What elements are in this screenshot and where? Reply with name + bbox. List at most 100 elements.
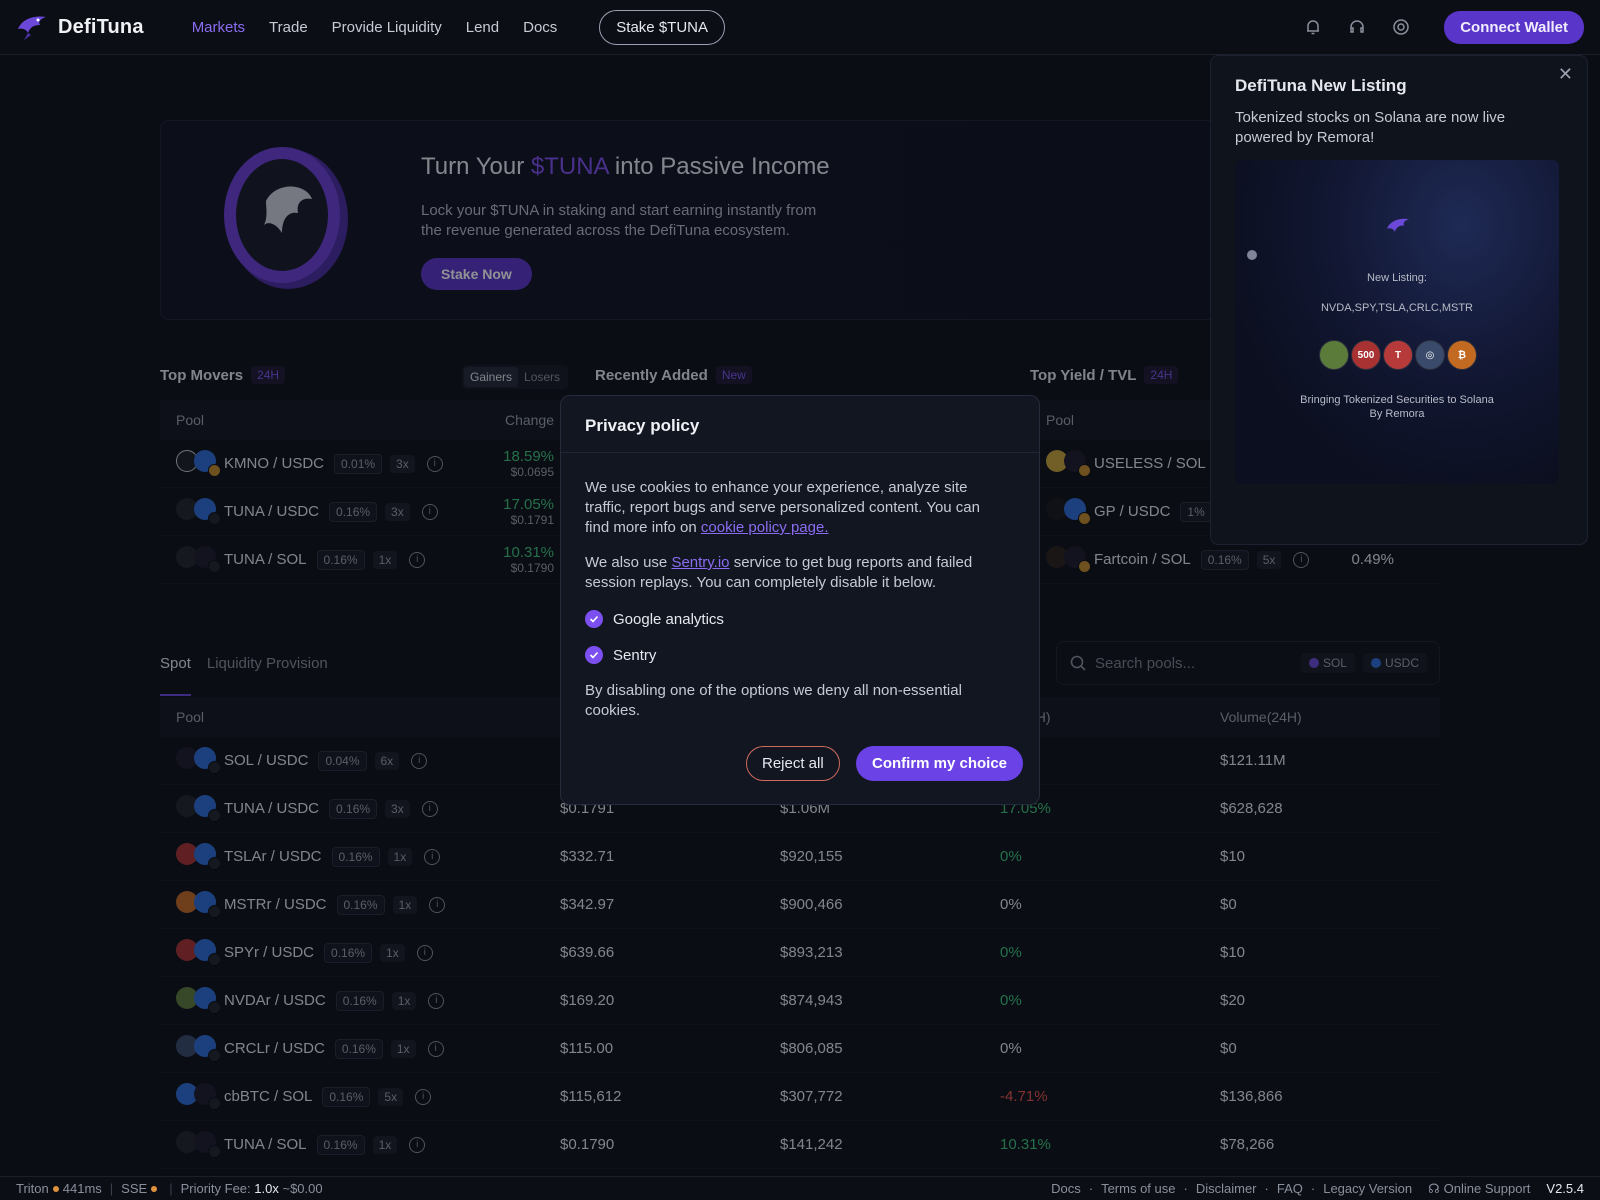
filter-chip-sol[interactable]: SOL	[1300, 653, 1355, 673]
cookie-policy-link[interactable]: cookie policy page.	[701, 519, 829, 536]
price-cell: $0.1790	[560, 1136, 615, 1153]
top-header: DefiTuna Markets Trade Provide Liquidity…	[0, 0, 1600, 55]
stake-tuna-button[interactable]: Stake $TUNA	[599, 9, 725, 45]
filter-chip-usdc[interactable]: USDC	[1362, 653, 1427, 673]
badge-icon	[208, 463, 221, 477]
info-icon[interactable]: i	[409, 1136, 426, 1153]
info-icon[interactable]: i	[427, 1040, 444, 1057]
table-row[interactable]: TUNA / SOL 0.16% 1x i 10.31% $0.1790	[160, 536, 570, 584]
listing-coins: 500 T ◎ ₿	[1319, 340, 1477, 370]
pair-icons	[176, 986, 222, 1015]
table-row[interactable]: NVDAr / USDC 0.16% 1x i $169.20 $874,943 0% $20	[160, 977, 1440, 1025]
online-support-link[interactable]: ☊ Online Support	[1428, 1181, 1530, 1197]
gainers-losers-toggle: Gainers Losers	[462, 365, 569, 389]
pair-name: TUNA / USDC	[224, 800, 320, 817]
nav-lend[interactable]: Lend	[466, 19, 499, 36]
gainers-tab[interactable]: Gainers	[464, 367, 519, 387]
table-row[interactable]: TUNA / SOL 0.16% 1x i $0.1790 $141,242 10.31% $…	[160, 1121, 1440, 1169]
reject-all-button[interactable]: Reject all	[746, 746, 840, 781]
table-row[interactable]: TSLAr / USDC 0.16% 1x i $332.71 $920,155 0% $10	[160, 833, 1440, 881]
table-row[interactable]: MSTRr / USDC 0.16% 1x i $342.97 $900,466 0% $0	[160, 881, 1440, 929]
leverage-badge: 3x	[385, 799, 410, 818]
pair-icons	[176, 842, 222, 871]
info-icon[interactable]: i	[421, 800, 438, 817]
pair-name: SPYr / USDC	[224, 944, 315, 961]
nav-provide-liquidity[interactable]: Provide Liquidity	[332, 19, 442, 36]
badge-icon	[208, 856, 221, 870]
price-value: $0.1790	[510, 561, 554, 575]
footer-link-docs[interactable]: Docs	[1051, 1181, 1081, 1196]
stake-now-button[interactable]: Stake Now	[421, 258, 532, 290]
fee-badge: 0.16%	[316, 1134, 365, 1155]
price-cell: $115.00	[560, 1040, 614, 1057]
change-cell: 10.31% $0.1790	[503, 544, 554, 575]
change-cell: 0%	[1000, 896, 1022, 913]
tab-liquidity-provision[interactable]: Liquidity Provision	[207, 655, 328, 696]
new-tag: New	[715, 366, 752, 384]
info-icon[interactable]: i	[416, 944, 433, 961]
google-analytics-option[interactable]: Google analytics	[585, 610, 724, 628]
privacy-text-1: We use cookies to enhance your experienc…	[585, 479, 980, 536]
info-icon[interactable]: i	[421, 503, 438, 520]
checkbox-checked-icon[interactable]	[585, 610, 603, 628]
losers-tab[interactable]: Losers	[518, 367, 566, 387]
footer-link-legacy[interactable]: Legacy Version	[1323, 1181, 1412, 1196]
info-icon[interactable]: i	[428, 992, 445, 1009]
close-icon[interactable]: ✕	[1558, 64, 1573, 85]
pair-name: USELESS / SOL	[1094, 455, 1206, 472]
leverage-badge: 1x	[390, 1039, 416, 1058]
leverage-badge: 1x	[392, 895, 418, 914]
pool-search[interactable]: Search pools... SOL USDC	[1056, 641, 1440, 685]
info-icon[interactable]: i	[1293, 551, 1310, 568]
notification-description: Tokenized stocks on Solana are now live …	[1235, 109, 1506, 146]
info-icon[interactable]: i	[415, 1088, 432, 1105]
volume-cell: $136,866	[1220, 1088, 1283, 1105]
star-decoration	[1247, 250, 1257, 260]
search-input[interactable]: Search pools...	[1095, 655, 1195, 672]
price-cell: $639.66	[560, 944, 615, 961]
footer-link-terms[interactable]: Terms of use	[1101, 1181, 1175, 1196]
nav-trade[interactable]: Trade	[269, 19, 308, 36]
tab-spot[interactable]: Spot	[160, 655, 191, 696]
gear-icon[interactable]	[1392, 18, 1410, 36]
table-row[interactable]: CRCLr / USDC 0.16% 1x i $115.00 $806,085 0% $0	[160, 1025, 1440, 1073]
price-cell: $115,612	[560, 1088, 622, 1105]
sentry-option[interactable]: Sentry	[585, 646, 656, 664]
tvl-cell: $874,943	[780, 992, 843, 1009]
nav-markets[interactable]: Markets	[192, 19, 245, 36]
nav-docs[interactable]: Docs	[523, 19, 557, 36]
sentry-link[interactable]: Sentry.io	[671, 554, 729, 571]
banner-title: Turn Your $TUNA into Passive Income	[421, 153, 830, 180]
listing-image[interactable]: New Listing: NVDA,SPY,TSLA,CRLC,MSTR 500…	[1235, 160, 1559, 484]
leverage-badge: 1x	[372, 1135, 398, 1154]
pool-cell: CRCLr / USDC 0.16% 1x i	[160, 1034, 560, 1063]
info-icon[interactable]: i	[426, 455, 443, 472]
pool-cell: TUNA / USDC 0.16% 3x i	[160, 794, 560, 823]
table-row[interactable]: SPYr / USDC 0.16% 1x i $639.66 $893,213 0% $10	[160, 929, 1440, 977]
leverage-badge: 5x	[378, 1087, 404, 1106]
pair-icons	[176, 890, 222, 919]
volume-cell: $0	[1220, 896, 1237, 913]
pair-icons	[176, 746, 222, 775]
rpc-name: Triton	[16, 1181, 49, 1196]
priority-fee-value[interactable]: 1.0x	[254, 1181, 279, 1196]
table-row[interactable]: cbBTC / SOL 0.16% 5x i $115,612 $307,772 -4.71…	[160, 1073, 1440, 1121]
table-row[interactable]: TUNA / USDC 0.16% 3x i 17.05% $0.1791	[160, 488, 570, 536]
info-icon[interactable]: i	[429, 896, 446, 913]
table-row[interactable]: KMNO / USDC 0.01% 3x i 18.59% $0.0695	[160, 440, 570, 488]
confirm-choice-button[interactable]: Confirm my choice	[856, 746, 1024, 781]
bell-icon[interactable]	[1304, 18, 1322, 36]
info-icon[interactable]: i	[409, 551, 426, 568]
info-icon[interactable]: i	[411, 752, 428, 769]
col-pool: Pool	[1046, 412, 1075, 428]
footer-link-faq[interactable]: FAQ	[1277, 1181, 1303, 1196]
connect-wallet-button[interactable]: Connect Wallet	[1444, 10, 1584, 44]
footer-link-disclaimer[interactable]: Disclaimer	[1196, 1181, 1257, 1196]
listing-caption-by: By Remora	[1369, 408, 1425, 420]
privacy-policy-modal: Privacy policy We use cookies to enhance…	[560, 395, 1040, 805]
info-icon[interactable]: i	[424, 848, 441, 865]
brand-logo[interactable]: DefiTuna	[16, 13, 144, 41]
checkbox-checked-icon[interactable]	[585, 646, 603, 664]
headset-icon[interactable]	[1348, 18, 1366, 36]
leverage-badge: 1x	[372, 550, 398, 569]
